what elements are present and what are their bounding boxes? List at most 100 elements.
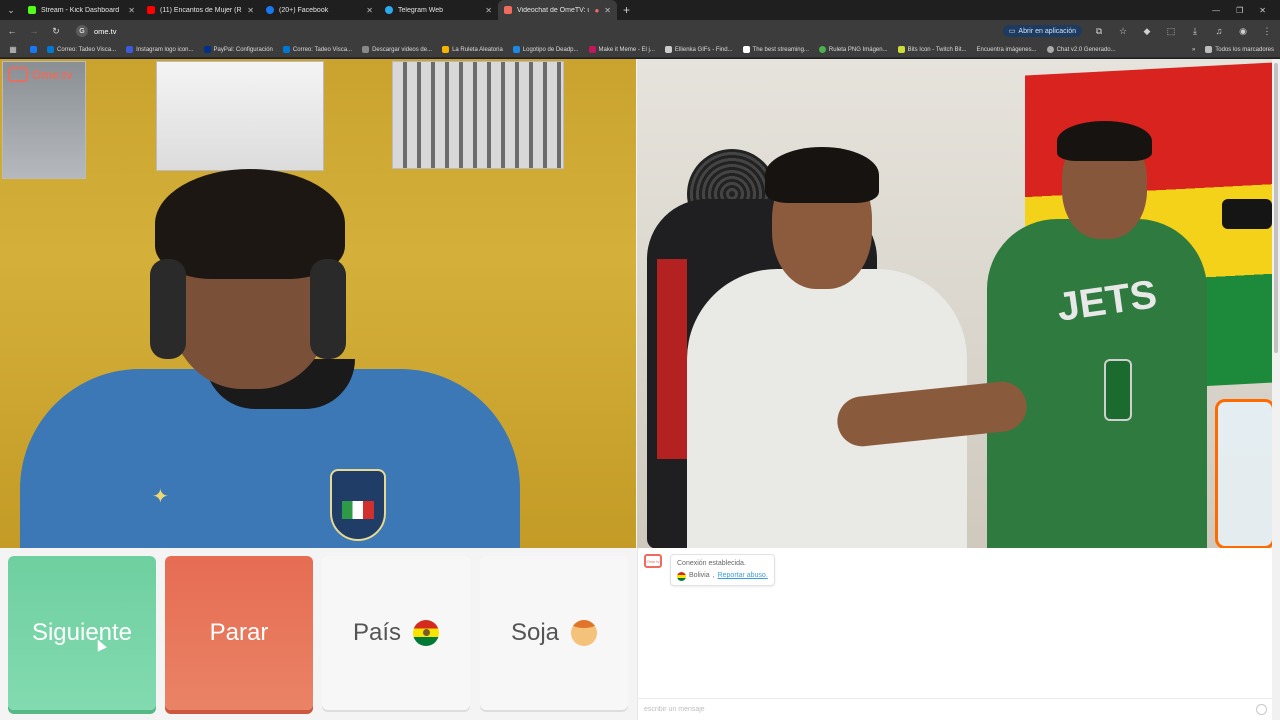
profile-icon[interactable]: ◉ [1236, 26, 1250, 37]
all-bookmarks-label: Todos los marcadores [1215, 46, 1274, 53]
facebook-icon [30, 46, 37, 53]
chat-icon [1046, 46, 1054, 53]
media-icon[interactable]: ♫ [1212, 26, 1226, 36]
ometv-logo: Ome.tv [8, 67, 73, 82]
tab-ometv[interactable]: Videochat de OmeTV: uno ● ✕ [498, 0, 617, 20]
app-icon: ▭ [1008, 28, 1016, 35]
close-icon[interactable]: ✕ [366, 6, 373, 15]
tab-kick-dashboard[interactable]: Stream - Kick Dashboard ✕ [22, 0, 141, 20]
open-in-app-label: Abrir en aplicación [1018, 27, 1076, 35]
microphone [1222, 199, 1272, 229]
bookmark-label: Ruleta PNG Imágen... [828, 46, 888, 53]
close-icon[interactable]: ✕ [247, 6, 254, 15]
page-scrollbar[interactable] [1272, 59, 1280, 720]
bookmark-label: PayPal: Configuración [213, 46, 273, 53]
water-jug [1215, 399, 1272, 548]
next-button[interactable]: Siguiente [8, 556, 156, 710]
restore-icon[interactable]: ❐ [1236, 6, 1243, 15]
bookmark-item[interactable]: Ellienka GIFs - Find... [664, 46, 733, 53]
remote-video: JETS [637, 59, 1272, 548]
stop-button[interactable]: Parar [165, 556, 313, 710]
tab-title: (20+) Facebook [279, 6, 329, 14]
image-icon [126, 46, 134, 53]
image-icon [512, 46, 520, 53]
reload-icon[interactable]: ↻ [50, 26, 62, 37]
close-icon[interactable]: ✕ [604, 6, 611, 15]
minimize-icon[interactable]: — [1212, 6, 1220, 15]
bookmark-item[interactable]: Bits Icon - Twitch Bit... [897, 46, 967, 53]
gaming-chair-accent [657, 259, 687, 459]
url-text[interactable]: ome.tv [94, 27, 117, 36]
logo-text: Ome.tv [32, 67, 73, 82]
bookmark-item[interactable]: Encuentra imágenes... [977, 47, 1037, 53]
bookmark-item[interactable]: Ruleta PNG Imágen... [818, 46, 888, 53]
bookmark-facebook[interactable] [30, 46, 37, 53]
tab-search-icon[interactable]: ⌄ [0, 0, 22, 20]
bookmark-item[interactable]: Descargar videos de... [362, 46, 432, 53]
back-icon[interactable]: ← [6, 26, 18, 36]
bookmark-item[interactable]: Make it Meme - El j... [588, 46, 655, 53]
scrollbar-thumb[interactable] [1274, 63, 1278, 353]
kick-icon [28, 6, 36, 14]
bookmark-item[interactable]: Instagram logo icon... [126, 46, 194, 53]
roulette-icon [818, 46, 826, 53]
menu-icon[interactable]: ⋮ [1260, 26, 1274, 37]
next-label: Siguiente [31, 619, 133, 646]
apps-grid-icon[interactable]: ▦ [6, 45, 20, 54]
new-tab-button[interactable]: + [623, 3, 630, 17]
ometv-tv-icon [8, 67, 28, 82]
download-icon [362, 46, 370, 53]
forward-icon[interactable]: → [28, 26, 40, 36]
puzzle-icon[interactable]: ⬚ [1164, 26, 1178, 37]
tab-facebook[interactable]: (20+) Facebook ✕ [260, 0, 379, 20]
report-abuse-link[interactable]: Reportar abuso. [718, 570, 768, 582]
diamond-icon [742, 46, 750, 53]
bookmark-item[interactable]: Correo: Tadeo Visca... [47, 46, 116, 53]
bookmark-item[interactable]: Chat v2.0 Generado... [1046, 46, 1116, 53]
italy-crest [330, 469, 386, 541]
country-filter-button[interactable]: País [322, 556, 470, 710]
facebook-icon [266, 6, 274, 14]
site-info-icon[interactable]: G [76, 25, 88, 37]
drink-can [1104, 359, 1132, 421]
bookmark-item[interactable]: Correo: Tadeo Visca... [282, 46, 353, 53]
message-input-bar [638, 698, 1273, 720]
tab-telegram[interactable]: Telegram Web ✕ [379, 0, 498, 20]
message-input[interactable] [644, 706, 1256, 713]
bookmark-item[interactable]: Logotipo de Deadp... [512, 46, 579, 53]
ometv-page: ✦ Ome.tv JETS Siguiente Parar País Soja [0, 59, 1280, 720]
partner-info: Bolivia , Reportar abuso. [677, 570, 768, 582]
document-icon [664, 46, 672, 53]
local-video: ✦ Ome.tv [0, 59, 636, 548]
bolivia-flag-icon [413, 620, 440, 646]
paypal-icon [203, 46, 211, 53]
tab-youtube[interactable]: (11) Encantos de Mujer (Radio ✕ [141, 0, 260, 20]
youtube-icon [147, 6, 155, 14]
meme-icon [588, 46, 596, 53]
telegram-icon [385, 6, 393, 14]
emoji-icon[interactable] [1256, 704, 1267, 715]
close-icon[interactable]: ✕ [485, 6, 492, 15]
bookmark-label: Logotipo de Deadp... [522, 46, 579, 53]
star-icon[interactable]: ☆ [1116, 26, 1130, 37]
address-bar[interactable]: G ome.tv [72, 23, 993, 39]
translate-icon[interactable]: ⧉ [1092, 26, 1106, 37]
close-window-icon[interactable]: ✕ [1259, 6, 1266, 15]
bookmark-item[interactable]: La Ruleta Aleatoria [442, 46, 503, 53]
extension-icon[interactable]: ◆ [1140, 26, 1154, 37]
open-in-app-button[interactable]: ▭ Abrir en aplicación [1002, 25, 1082, 37]
bookmark-label: Chat v2.0 Generado... [1056, 46, 1116, 53]
folder-icon [1205, 46, 1213, 53]
bookmark-label: Correo: Tadeo Visca... [292, 46, 353, 53]
window-controls: — ❐ ✕ [1212, 6, 1280, 15]
browser-tab-bar: ⌄ Stream - Kick Dashboard ✕ (11) Encanto… [0, 0, 1280, 20]
bookmarks-overflow-button[interactable]: » [1192, 47, 1195, 53]
all-bookmarks-button[interactable]: Todos los marcadores [1205, 46, 1274, 53]
download-icon[interactable]: ⤓ [1188, 26, 1202, 37]
tab-title: (11) Encantos de Mujer (Radio [160, 6, 242, 14]
bookmark-item[interactable]: The best streaming... [742, 46, 809, 53]
person-hair [765, 147, 879, 203]
bookmark-item[interactable]: PayPal: Configuración [203, 46, 273, 53]
gender-filter-button[interactable]: Soja [480, 556, 628, 710]
close-icon[interactable]: ✕ [128, 6, 135, 15]
